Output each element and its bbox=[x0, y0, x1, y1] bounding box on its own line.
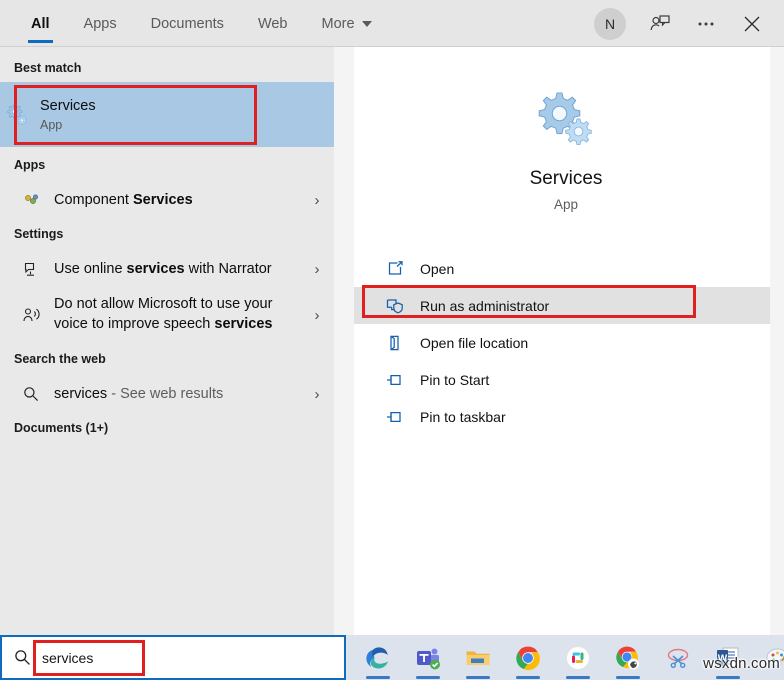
open-window-icon bbox=[378, 260, 412, 278]
tab-web[interactable]: Web bbox=[241, 0, 305, 47]
chevron-right-icon[interactable]: › bbox=[300, 192, 334, 209]
avatar[interactable]: N bbox=[594, 7, 626, 40]
tab-more[interactable]: More bbox=[305, 0, 389, 47]
action-run-as-administrator[interactable]: Run as administrator bbox=[354, 287, 770, 324]
panel-divider bbox=[334, 47, 354, 635]
taskbar-search-box[interactable]: services bbox=[0, 635, 346, 680]
tab-apps[interactable]: Apps bbox=[67, 0, 134, 47]
action-pin-to-start[interactable]: Pin to Start bbox=[354, 361, 784, 398]
settings-item-narrator[interactable]: Use online services with Narrator › bbox=[0, 253, 334, 285]
taskbar-icon-google-chrome[interactable] bbox=[510, 635, 546, 680]
result-text-block: Use online services with Narrator bbox=[48, 260, 300, 278]
action-label: Run as administrator bbox=[420, 297, 550, 314]
result-text-block: Do not allow Microsoft to use your voice… bbox=[48, 295, 300, 334]
tab-all-label: All bbox=[31, 15, 50, 32]
action-open[interactable]: Open bbox=[354, 250, 784, 287]
match-highlight: Services bbox=[133, 191, 193, 208]
running-indicator bbox=[616, 676, 640, 679]
context-actions: Open Run as administrator Open file loca… bbox=[354, 250, 784, 435]
action-label: Open file location bbox=[420, 334, 529, 351]
running-indicator bbox=[566, 676, 590, 679]
folder-location-icon bbox=[378, 334, 412, 352]
component-services-icon bbox=[14, 192, 48, 209]
search-icon bbox=[14, 385, 48, 403]
preview-title: Services bbox=[529, 168, 603, 189]
taskbar-icon-chrome-canary[interactable] bbox=[610, 635, 646, 680]
gears-icon bbox=[535, 89, 597, 152]
tab-more-label: More bbox=[321, 15, 355, 32]
preview-subtitle: App bbox=[553, 197, 579, 212]
tab-documents[interactable]: Documents bbox=[134, 0, 241, 47]
settings-header: Settings bbox=[14, 227, 64, 241]
settings-item-speech[interactable]: Do not allow Microsoft to use your voice… bbox=[0, 292, 334, 338]
plain-text: Use online bbox=[54, 260, 127, 277]
result-text-block: Component Services bbox=[48, 191, 300, 209]
web-suffix: - See web results bbox=[107, 385, 224, 402]
speech-person-icon bbox=[14, 306, 48, 324]
apps-header: Apps bbox=[14, 158, 46, 172]
chevron-right-icon[interactable]: › bbox=[300, 386, 334, 403]
match-highlight: services bbox=[214, 316, 273, 332]
chevron-down-icon bbox=[361, 20, 372, 27]
tab-web-label: Web bbox=[257, 15, 288, 32]
tab-all[interactable]: All bbox=[14, 0, 67, 47]
narrator-icon bbox=[14, 260, 48, 278]
web-result-item[interactable]: services - See web results › bbox=[0, 378, 334, 410]
chevron-right-icon[interactable]: › bbox=[300, 307, 334, 324]
avatar-initial: N bbox=[604, 15, 616, 32]
running-indicator bbox=[366, 676, 390, 679]
watermark: wsxdn.com bbox=[703, 655, 780, 672]
close-icon[interactable] bbox=[730, 4, 774, 44]
search-header: All Apps Documents Web More N bbox=[0, 0, 784, 47]
result-title: Services bbox=[40, 98, 96, 115]
running-indicator bbox=[716, 676, 740, 679]
search-input-value[interactable]: services bbox=[42, 650, 93, 666]
result-title: Do not allow Microsoft to use your voice… bbox=[54, 295, 300, 334]
best-match-header: Best match bbox=[14, 61, 82, 75]
chevron-right-icon[interactable]: › bbox=[300, 261, 334, 278]
taskbar: services W wsxdn.com bbox=[0, 635, 784, 680]
running-indicator bbox=[516, 676, 540, 679]
tab-documents-label: Documents bbox=[150, 15, 224, 32]
taskbar-icon-file-explorer[interactable] bbox=[460, 635, 496, 680]
result-text-block: services - See web results bbox=[48, 385, 300, 403]
running-indicator bbox=[416, 676, 440, 679]
web-header: Search the web bbox=[14, 352, 106, 366]
taskbar-icon-snipping-tool[interactable] bbox=[660, 635, 696, 680]
taskbar-icon-microsoft-edge[interactable] bbox=[360, 635, 396, 680]
plain-text: Component bbox=[54, 191, 133, 208]
result-item-component-services[interactable]: Component Services › bbox=[0, 184, 334, 216]
action-label: Open bbox=[420, 260, 455, 277]
running-indicator bbox=[466, 676, 490, 679]
ellipsis-icon[interactable] bbox=[684, 4, 728, 44]
result-item-services[interactable]: Services App bbox=[0, 82, 334, 147]
documents-header: Documents (1+) bbox=[14, 421, 109, 435]
tab-apps-label: Apps bbox=[83, 15, 117, 32]
result-title: Use online services with Narrator bbox=[54, 260, 300, 278]
header-actions: N bbox=[594, 0, 774, 47]
search-icon bbox=[2, 648, 42, 667]
plain-text: with Narrator bbox=[184, 260, 272, 277]
gears-icon bbox=[0, 102, 34, 127]
result-title: Component Services bbox=[54, 191, 300, 209]
pin-icon bbox=[378, 371, 412, 389]
result-title: services - See web results bbox=[54, 385, 300, 403]
action-label: Pin to Start bbox=[420, 371, 490, 388]
taskbar-icon-microsoft-teams[interactable] bbox=[410, 635, 446, 680]
shield-admin-icon bbox=[378, 297, 412, 315]
result-subtitle: App bbox=[40, 117, 63, 132]
action-pin-to-taskbar[interactable]: Pin to taskbar bbox=[354, 398, 784, 435]
action-label: Pin to taskbar bbox=[420, 408, 506, 425]
result-text-block: Services App bbox=[34, 97, 334, 131]
filter-tabs: All Apps Documents Web More bbox=[14, 0, 389, 47]
match-highlight: services bbox=[126, 260, 185, 277]
taskbar-icon-slack[interactable] bbox=[560, 635, 596, 680]
person-feedback-icon[interactable] bbox=[638, 4, 682, 44]
web-query: services bbox=[54, 385, 108, 402]
app-preview: Services App bbox=[354, 67, 778, 237]
action-open-file-location[interactable]: Open file location bbox=[354, 324, 784, 361]
start-menu-search-screen: All Apps Documents Web More N Best match… bbox=[0, 0, 784, 680]
pin-icon bbox=[378, 408, 412, 426]
